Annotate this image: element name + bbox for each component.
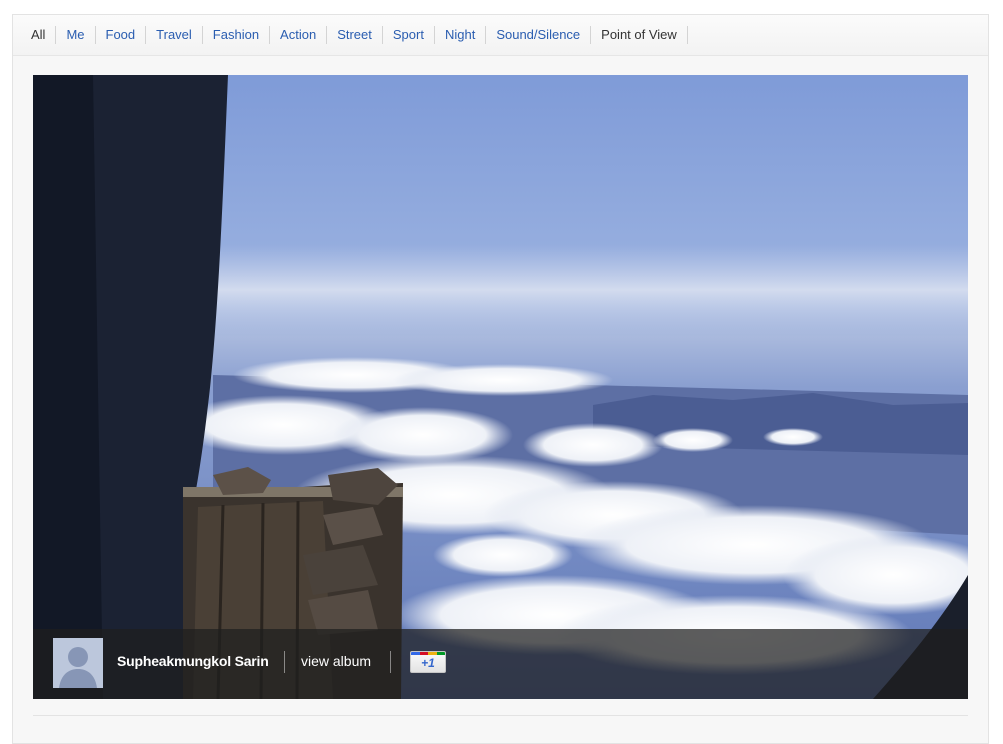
tab-fashion[interactable]: Fashion bbox=[203, 26, 271, 44]
default-user-silhouette-icon bbox=[53, 638, 103, 688]
gallery-frame: All Me Food Travel Fashion Action Street… bbox=[12, 14, 989, 744]
caption-divider bbox=[390, 651, 391, 673]
caption-divider bbox=[284, 651, 285, 673]
avatar[interactable] bbox=[53, 638, 103, 688]
tab-action[interactable]: Action bbox=[270, 26, 328, 44]
photo-image bbox=[33, 75, 968, 699]
category-tabs: All Me Food Travel Fashion Action Street… bbox=[25, 25, 688, 45]
tab-point-of-view[interactable]: Point of View bbox=[591, 26, 688, 44]
tab-food[interactable]: Food bbox=[96, 26, 147, 44]
tab-sound-silence[interactable]: Sound/Silence bbox=[486, 26, 592, 44]
photo-caption-bar: Supheakmungkol Sarin view album +1 bbox=[33, 629, 968, 699]
tab-all[interactable]: All bbox=[25, 26, 57, 44]
category-tab-bar: All Me Food Travel Fashion Action Street… bbox=[13, 15, 988, 56]
tab-street[interactable]: Street bbox=[327, 26, 383, 44]
tab-night[interactable]: Night bbox=[435, 26, 487, 44]
tab-travel[interactable]: Travel bbox=[146, 26, 203, 44]
plus-one-button[interactable]: +1 bbox=[410, 651, 446, 673]
tab-sport[interactable]: Sport bbox=[383, 26, 435, 44]
author-name-link[interactable]: Supheakmungkol Sarin bbox=[117, 653, 269, 669]
view-album-link[interactable]: view album bbox=[301, 653, 371, 669]
tab-me[interactable]: Me bbox=[56, 26, 96, 44]
google-color-stripe bbox=[411, 652, 445, 655]
plus-one-label: +1 bbox=[421, 656, 435, 670]
bottom-divider bbox=[33, 715, 968, 716]
featured-photo[interactable]: Supheakmungkol Sarin view album +1 bbox=[33, 75, 968, 699]
